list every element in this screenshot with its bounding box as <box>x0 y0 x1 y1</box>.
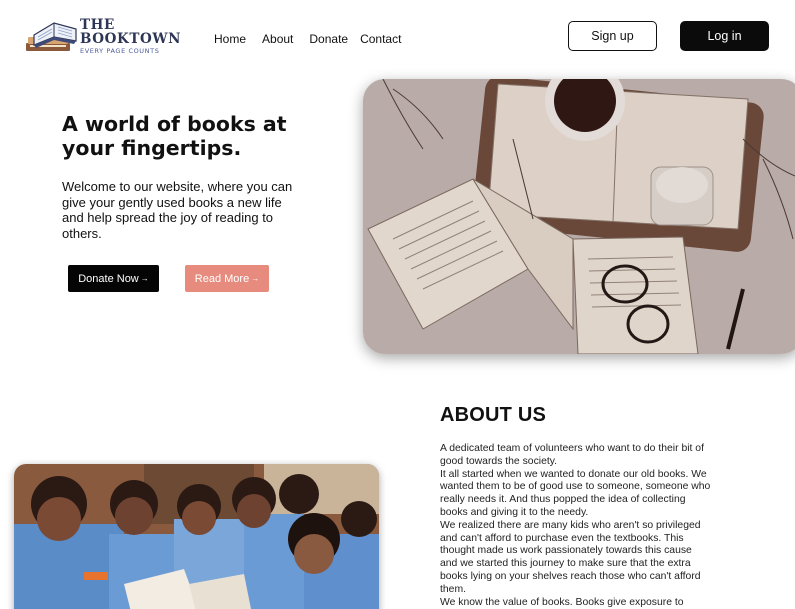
nav-about[interactable]: About <box>262 32 293 46</box>
brand-tagline: EVERY PAGE COUNTS <box>80 47 160 56</box>
about-paragraph: It all started when we wanted to donate … <box>440 468 711 518</box>
signup-button[interactable]: Sign up <box>568 21 657 51</box>
donate-now-label: Donate Now <box>78 272 139 285</box>
about-text: A dedicated team of volunteers who want … <box>440 443 712 609</box>
main-nav: Home About Donate Contact <box>214 32 417 46</box>
hero-books-image <box>363 79 795 354</box>
nav-contact[interactable]: Contact <box>360 32 401 46</box>
brand-logo[interactable]: THE BOOKTOWN EVERY PAGE COUNTS <box>24 14 180 60</box>
donate-now-button[interactable]: Donate Now → <box>68 265 159 292</box>
nav-home[interactable]: Home <box>214 32 246 46</box>
kids-reading-image <box>14 464 379 609</box>
about-title: ABOUT US <box>440 404 547 426</box>
about-paragraph: A dedicated team of volunteers who want … <box>440 443 704 467</box>
arrow-right-icon: → <box>140 274 149 283</box>
read-more-button[interactable]: Read More → <box>185 265 269 292</box>
arrow-right-icon: → <box>251 274 260 283</box>
read-more-label: Read More <box>194 272 250 285</box>
nav-donate[interactable]: Donate <box>309 32 348 46</box>
about-paragraph: We know the value of books. Books give e… <box>440 596 684 608</box>
brand-title: THE BOOKTOWN <box>80 17 182 47</box>
books-logo-icon <box>24 15 80 59</box>
login-button[interactable]: Log in <box>680 21 769 51</box>
hero-title: A world of books at your fingertips. <box>62 112 287 160</box>
about-paragraph: We realized there are many kids who aren… <box>440 519 701 595</box>
hero-description: Welcome to our website, where you can gi… <box>62 179 293 241</box>
